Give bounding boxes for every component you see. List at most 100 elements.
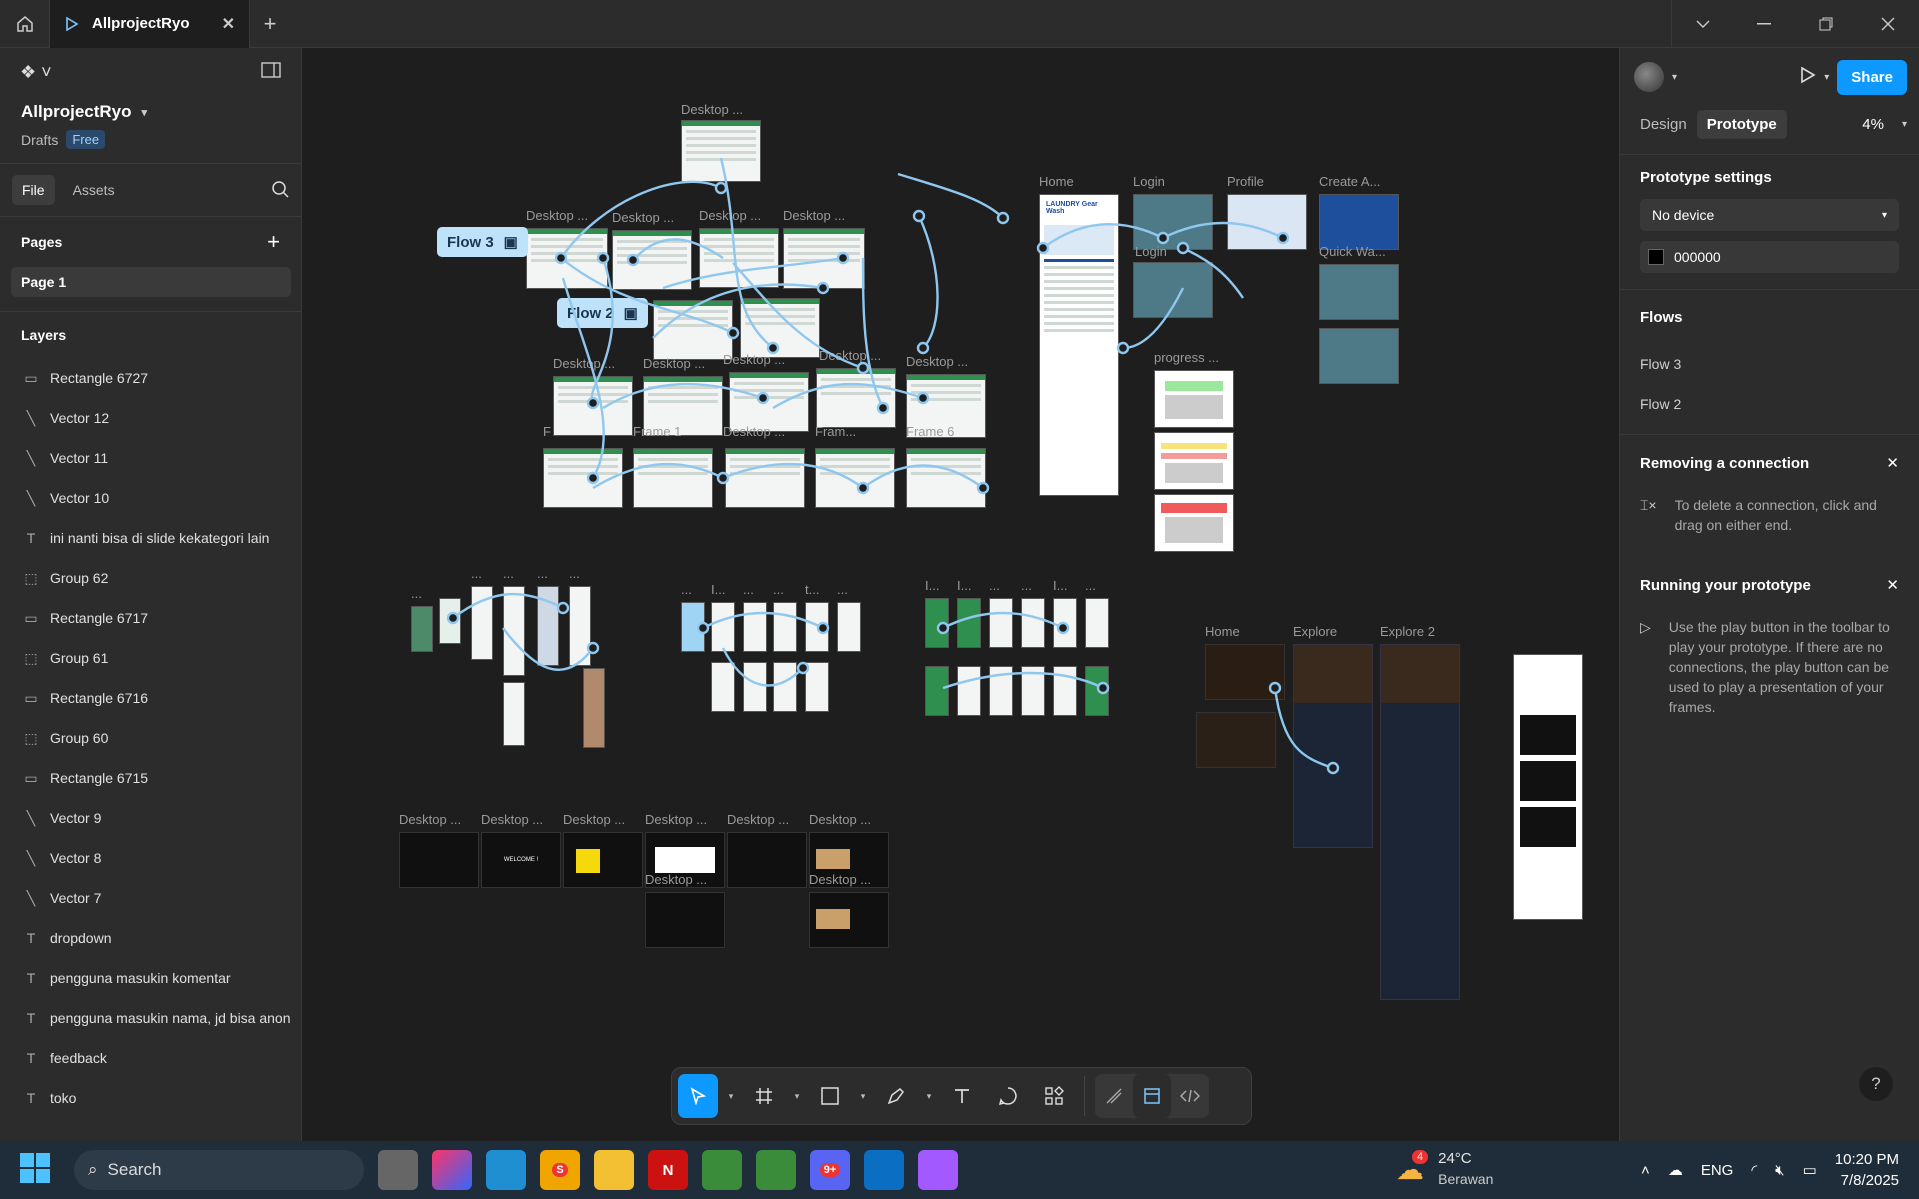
figma-menu-icon[interactable]: ❖ ˅ — [20, 62, 52, 83]
home-frame[interactable]: LAUNDRY Gear Wash — [1039, 194, 1119, 496]
wifi-icon[interactable]: ◜ — [1751, 1161, 1757, 1179]
volume-muted-icon[interactable]: 🔇︎ — [1775, 1162, 1784, 1179]
frame[interactable] — [729, 372, 809, 432]
tab-list-chevron-icon[interactable] — [1671, 0, 1733, 48]
frame[interactable] — [989, 598, 1013, 648]
task-view-icon[interactable] — [378, 1150, 418, 1190]
layer-item[interactable]: Tpengguna masukin nama, jd bisa anon — [0, 998, 301, 1038]
frame[interactable] — [925, 666, 949, 716]
layer-item[interactable]: ▭ Rectangle 6727 — [0, 358, 301, 398]
frame[interactable] — [957, 666, 981, 716]
chrome-profile-icon[interactable] — [756, 1150, 796, 1190]
progress-frame[interactable] — [1154, 370, 1234, 428]
frame[interactable] — [773, 602, 797, 652]
quick-frame[interactable] — [1319, 264, 1399, 320]
file-tab[interactable]: AllprojectRyo ✕ — [50, 0, 250, 48]
connection-line[interactable] — [897, 172, 1004, 219]
layer-item[interactable]: ▭ Rectangle 6716 — [0, 678, 301, 718]
food-home-frame[interactable] — [1205, 644, 1285, 700]
connection-handle[interactable] — [1116, 341, 1130, 355]
background-color-field[interactable]: 000000 — [1640, 241, 1899, 273]
food-frame[interactable] — [1196, 712, 1276, 768]
frame-tool-chevron-icon[interactable]: ▾ — [790, 1074, 804, 1118]
frame[interactable] — [711, 602, 735, 652]
frame[interactable] — [503, 682, 525, 746]
chrome-icon[interactable] — [702, 1150, 742, 1190]
frame[interactable] — [816, 368, 896, 428]
frame[interactable] — [1021, 666, 1045, 716]
frame[interactable] — [543, 448, 623, 508]
weather-widget[interactable]: ☁ 4 24°C Berawan — [1396, 1149, 1493, 1189]
login-frame[interactable] — [1133, 194, 1213, 250]
frame[interactable] — [725, 448, 805, 508]
frame[interactable] — [773, 662, 797, 712]
move-tool-chevron-icon[interactable]: ▾ — [724, 1074, 738, 1118]
frame[interactable] — [743, 662, 767, 712]
pen-tool-icon[interactable] — [876, 1074, 916, 1118]
frame[interactable] — [653, 300, 733, 360]
help-icon[interactable]: ? — [1859, 1067, 1893, 1101]
chevron-up-icon[interactable]: ˄ — [1641, 1162, 1650, 1179]
taskbar-search[interactable]: ⌕ Search — [74, 1150, 364, 1190]
clock[interactable]: 10:20 PM 7/8/2025 — [1835, 1149, 1899, 1191]
tab-prototype[interactable]: Prototype — [1696, 109, 1787, 139]
frame[interactable] — [1021, 598, 1045, 648]
flow-item-flow-2[interactable]: Flow 2 — [1620, 384, 1919, 424]
explore-frame[interactable] — [1293, 644, 1373, 848]
frame[interactable] — [439, 598, 461, 644]
close-icon[interactable]: ✕ — [1886, 454, 1899, 472]
close-window-icon[interactable] — [1857, 0, 1919, 48]
progress-frame[interactable] — [1154, 494, 1234, 552]
frame[interactable] — [633, 448, 713, 508]
project-location[interactable]: Drafts — [21, 132, 58, 148]
feedback-frame[interactable] — [1513, 654, 1583, 920]
connection-handle[interactable] — [714, 181, 728, 195]
login-frame[interactable] — [1133, 262, 1213, 318]
actions-tool-icon[interactable] — [1034, 1074, 1074, 1118]
avatar-chevron-icon[interactable]: ▾ — [1672, 72, 1677, 83]
create-frame[interactable] — [1319, 194, 1399, 250]
canvas[interactable]: Desktop ... Desktop ... Desktop ... Desk… — [303, 48, 1619, 1141]
frame[interactable] — [537, 586, 559, 666]
frame[interactable] — [957, 598, 981, 648]
new-tab-icon[interactable]: + — [250, 11, 290, 37]
restore-icon[interactable] — [1795, 0, 1857, 48]
frame[interactable] — [925, 598, 949, 648]
layer-item[interactable]: Tini nanti bisa di slide kekategori lain — [0, 518, 301, 558]
design-mode-icon[interactable] — [1133, 1074, 1171, 1118]
frame[interactable] — [743, 602, 767, 652]
language-indicator[interactable]: ENG — [1701, 1162, 1734, 1179]
close-icon[interactable]: ✕ — [1886, 576, 1899, 594]
toggle-sidebar-icon[interactable] — [261, 61, 281, 83]
text-tool-icon[interactable] — [942, 1074, 982, 1118]
frame[interactable] — [837, 602, 861, 652]
draw-mode-icon[interactable] — [1095, 1074, 1133, 1118]
zoom-level[interactable]: 4% — [1862, 116, 1884, 133]
layer-item[interactable]: Tpengguna masukin komentar — [0, 958, 301, 998]
frame-tool-icon[interactable] — [744, 1074, 784, 1118]
frame[interactable] — [681, 120, 761, 182]
layer-item[interactable]: Ttoko — [0, 1078, 301, 1118]
frame[interactable] — [526, 228, 608, 289]
frame[interactable]: WELCOME ! — [481, 832, 561, 888]
connection-line[interactable] — [917, 215, 939, 349]
layer-item[interactable]: ▭ Rectangle 6717 — [0, 598, 301, 638]
frame[interactable] — [563, 832, 643, 888]
flow-2-badge[interactable]: Flow 2 ▣ — [557, 298, 648, 328]
layer-item[interactable]: Tdropdown — [0, 918, 301, 958]
search-icon[interactable] — [271, 180, 289, 201]
flow-item-flow-3[interactable]: Flow 3 — [1620, 344, 1919, 384]
frame[interactable] — [783, 228, 865, 289]
connection-handle[interactable] — [996, 211, 1010, 225]
device-select[interactable]: No device ▾ — [1640, 199, 1899, 231]
netflix-icon[interactable]: N — [648, 1150, 688, 1190]
layer-item[interactable]: ⬚ Group 61 — [0, 638, 301, 678]
frame[interactable] — [411, 606, 433, 652]
close-tab-icon[interactable]: ✕ — [222, 14, 235, 34]
profile-frame[interactable] — [1227, 194, 1307, 250]
file-explorer-icon[interactable] — [594, 1150, 634, 1190]
tab-assets[interactable]: Assets — [63, 175, 125, 205]
layer-item[interactable]: Tfeedback — [0, 1038, 301, 1078]
connection-handle[interactable] — [556, 601, 570, 615]
dev-mode-icon[interactable] — [1171, 1074, 1209, 1118]
